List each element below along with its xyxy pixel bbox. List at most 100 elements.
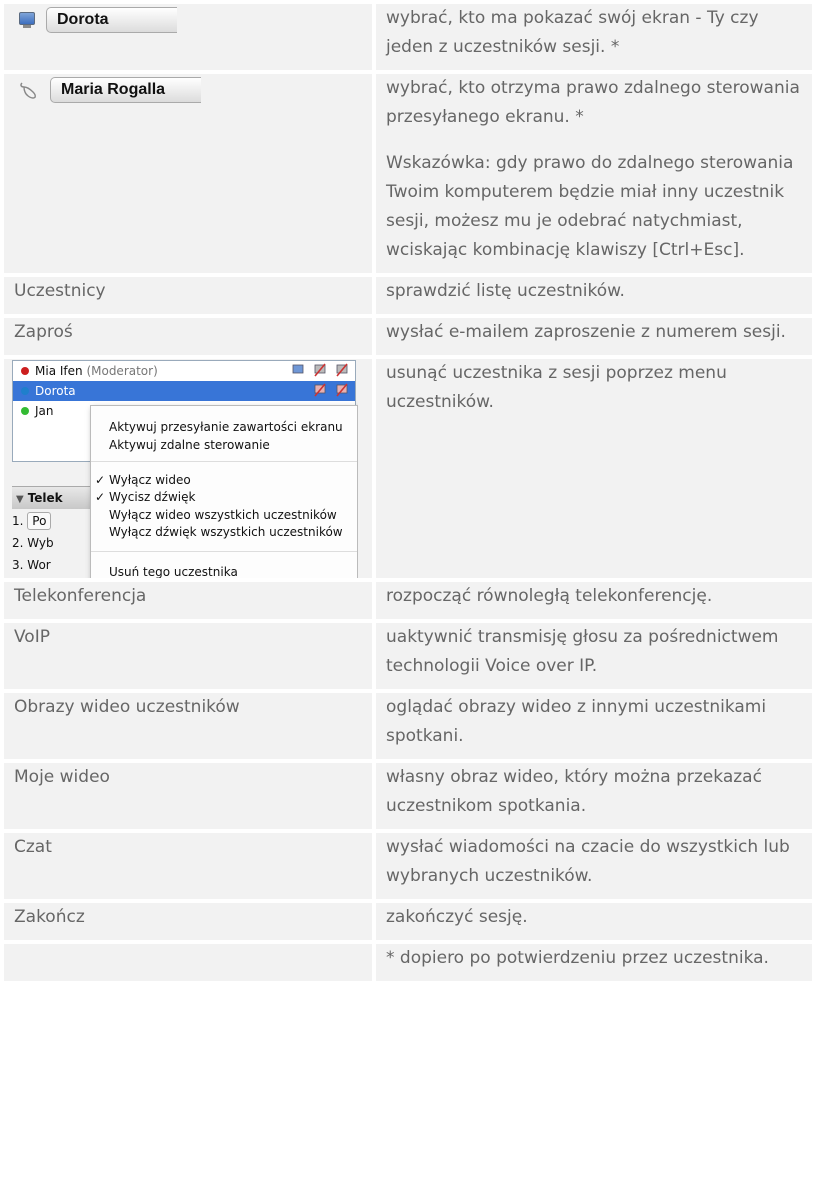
feature-name: Zaproś [14,322,73,342]
remote-control-icon[interactable] [335,383,349,397]
triangle-down-icon: ▼ [16,494,24,505]
table-row: Uczestnicy sprawdzić listę uczestników. [0,273,816,318]
participant-name-text: Jan [35,404,54,418]
feature-name: Obrazy wideo uczestników [14,697,240,717]
description-text: zakończyć sesję. [386,907,528,927]
participant-name: Dorota [35,381,76,401]
table-row: Dorota wybrać, kto ma pokazać swój ekran … [0,0,816,74]
description-cell: rozpocząć równoległą telekonferencję. [372,578,816,623]
description-text: wybrać, kto otrzyma prawo zdalnego stero… [386,78,800,127]
description-text: sprawdzić listę uczestników. [386,281,625,301]
description-text: Wskazówka: gdy prawo do zdalnego sterowa… [386,153,794,260]
context-menu-item[interactable]: Aktywuj zdalne sterowanie [109,437,270,453]
table-row: Czat wysłać wiadomości na czacie do wszys… [0,829,816,903]
mouse-icon [20,82,36,99]
feature-cell: Zakończ [0,899,376,944]
table-row: Mia Ifen (Moderator) Dorota Jan ▼ Telek 1. Po… [0,355,816,582]
feature-cell: Obrazy wideo uczestników [0,689,376,763]
feature-name: Zakończ [14,907,85,927]
participant-context-menu: Aktywuj przesyłanie zawartości ekranu Akt… [90,405,358,578]
context-menu-item[interactable]: Wyłącz dźwięk wszystkich uczestników [109,524,343,540]
description-text: własny obraz wideo, który można przekaza… [386,767,762,816]
description-cell: sprawdzić listę uczestników. [372,273,816,318]
feature-table: Dorota wybrać, kto ma pokazać swój ekran … [0,0,816,985]
context-menu-item[interactable]: Aktywuj przesyłanie zawartości ekranu [109,419,343,435]
description-text: rozpocząć równoległą telekonferencję. [386,586,713,606]
description-text: * dopiero po potwierdzeniu przez uczestn… [386,948,769,968]
table-row: Zakończ zakończyć sesję. [0,899,816,944]
description-cell: własny obraz wideo, który można przekaza… [372,759,816,833]
description-text: usunąć uczestnika z sesji poprzez menu u… [386,363,727,412]
participant-controls [291,363,349,377]
feature-cell: VoIP [0,619,376,693]
participants-panel-screenshot: Mia Ifen (Moderator) Dorota Jan ▼ Telek 1. Po… [8,360,358,578]
step-text[interactable]: Po [27,512,52,530]
description-cell: usunąć uczestnika z sesji poprzez menu u… [372,355,816,582]
description-cell: wysłać e-mailem zaproszenie z numerem se… [372,314,816,359]
context-menu-item[interactable]: ✓ Wycisz dźwięk [95,489,195,505]
section-title: Telek [27,491,63,505]
context-menu-item-label: Wyłącz wideo wszystkich uczestników [109,508,337,522]
table-row: Zaproś wysłać e-mailem zaproszenie z nume… [0,314,816,359]
mute-mic-icon[interactable] [313,363,327,377]
context-menu-item-label: Usuń tego uczestnika [109,565,238,578]
feature-cell: Zaproś [0,314,376,359]
participant-name: Mia Ifen (Moderator) [35,361,158,381]
presenter-selector: Dorota [18,4,362,36]
participant-row[interactable]: Mia Ifen (Moderator) [13,361,355,381]
description-text: wysłać wiadomości na czacie do wszystkic… [386,837,790,886]
participant-name-text: Mia Ifen [35,364,83,378]
participant-name: Jan [35,401,54,421]
feature-cell: Mia Ifen (Moderator) Dorota Jan ▼ Telek 1. Po… [0,355,376,582]
no-video-icon[interactable] [335,363,349,377]
table-row: VoIP uaktywnić transmisję głosu za pośred… [0,619,816,693]
status-dot [21,407,29,415]
step-number: 1. [12,514,24,528]
remote-control-selector: Maria Rogalla [18,74,362,106]
description-text: wybrać, kto ma pokazać swój ekran - Ty c… [386,8,759,57]
feature-cell: Moje wideo [0,759,376,833]
feature-cell: Uczestnicy [0,273,376,318]
participant-name-text: Dorota [35,384,76,398]
menu-separator [91,461,357,462]
feature-cell: Telekonferencja [0,578,376,623]
mute-mic-icon[interactable] [313,383,327,397]
screen-icon-stand [23,25,31,28]
feature-cell: Dorota [0,0,376,74]
feature-name: Telekonferencja [14,586,147,606]
context-menu-item-label: Wyłącz wideo [109,473,191,487]
description-text: oglądać obrazy wideo z innymi uczestnika… [386,697,767,746]
screen-share-icon[interactable] [291,363,305,377]
description-cell: uaktywnić transmisję głosu za pośrednict… [372,619,816,693]
table-row: * dopiero po potwierdzeniu przez uczestn… [0,940,816,985]
context-menu-item-label: Aktywuj przesyłanie zawartości ekranu [109,420,343,434]
table-row: Obrazy wideo uczestników oglądać obrazy w… [0,689,816,763]
step-text: Wyb [27,536,54,550]
screen-share-icon-shape [292,364,304,374]
description-cell: wybrać, kto otrzyma prawo zdalnego stero… [372,70,816,277]
screen-icon-display [19,12,35,25]
table-row: Maria Rogalla wybrać, kto otrzyma prawo z… [0,70,816,277]
status-dot [21,387,29,395]
participant-row[interactable]: Dorota [13,381,355,401]
context-menu-item[interactable]: ✓ Wyłącz wideo [95,472,191,488]
table-row: Moje wideo własny obraz wideo, który możn… [0,759,816,833]
feature-name: VoIP [14,627,50,647]
feature-cell: Maria Rogalla [0,70,376,277]
context-menu-item[interactable]: Usuń tego uczestnika [109,564,238,578]
feature-name: Czat [14,837,52,857]
checkmark-icon: ✓ [95,473,106,487]
context-menu-item[interactable]: Wyłącz wideo wszystkich uczestników [109,507,337,523]
presenter-dropdown[interactable]: Dorota [46,7,177,33]
description-text: uaktywnić transmisję głosu za pośrednict… [386,627,779,676]
description-cell: * dopiero po potwierdzeniu przez uczestn… [372,940,816,985]
description-text: wysłać e-mailem zaproszenie z numerem se… [386,322,786,342]
step-number: 2. [12,536,24,550]
description-cell: wybrać, kto ma pokazać swój ekran - Ty c… [372,0,816,74]
menu-separator [91,551,357,552]
screen-share-icon [18,11,36,29]
participant-controls [313,383,349,397]
feature-name: Moje wideo [14,767,110,787]
context-menu-item-label: Aktywuj zdalne sterowanie [109,438,270,452]
remote-control-dropdown[interactable]: Maria Rogalla [50,77,201,103]
